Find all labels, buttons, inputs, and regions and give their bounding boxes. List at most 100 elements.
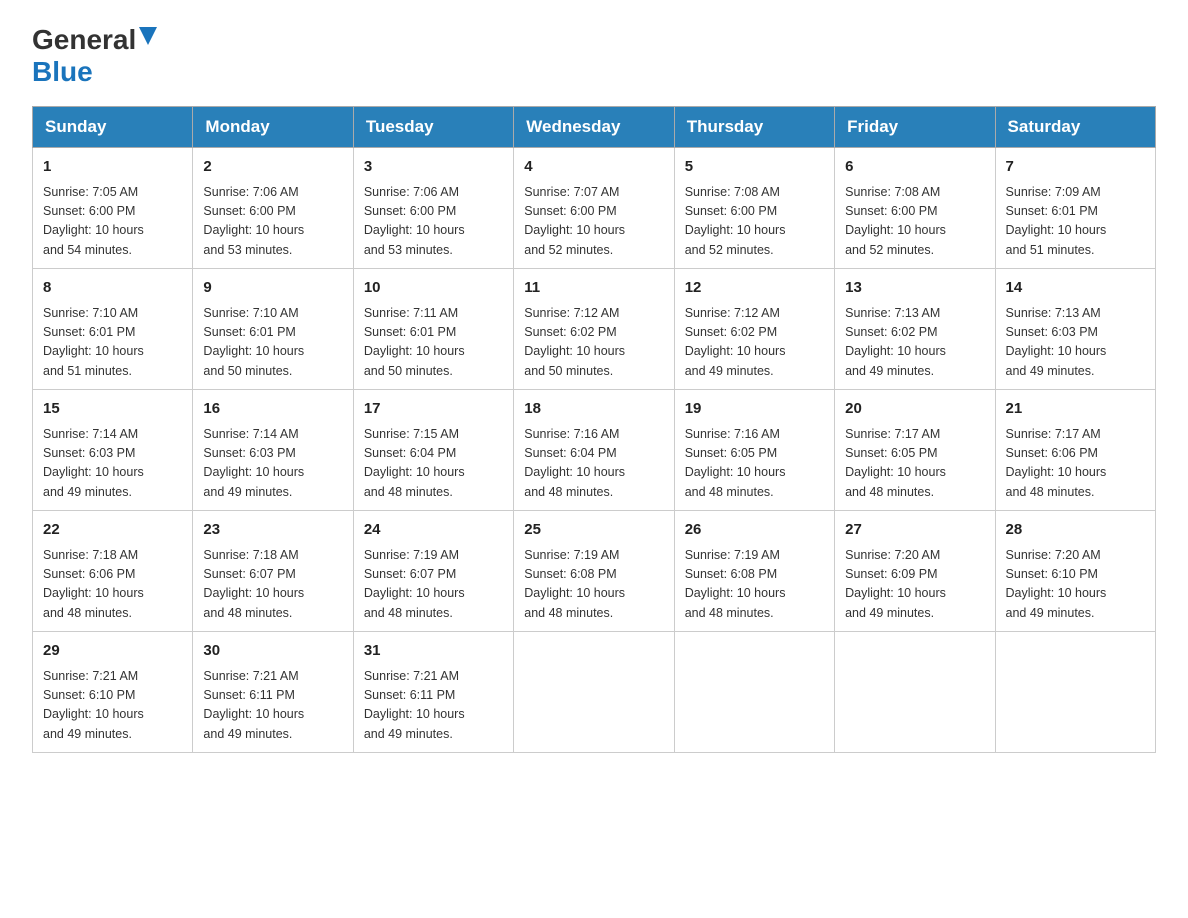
day-info: Sunrise: 7:21 AMSunset: 6:11 PMDaylight:… (203, 667, 342, 745)
day-info: Sunrise: 7:08 AMSunset: 6:00 PMDaylight:… (685, 183, 824, 261)
day-info: Sunrise: 7:18 AMSunset: 6:06 PMDaylight:… (43, 546, 182, 624)
calendar-week-row: 1Sunrise: 7:05 AMSunset: 6:00 PMDaylight… (33, 148, 1156, 269)
day-info: Sunrise: 7:17 AMSunset: 6:05 PMDaylight:… (845, 425, 984, 503)
calendar-cell: 6 Sunrise: 7:08 AMSunset: 6:00 PMDaylight… (835, 148, 995, 269)
calendar-cell: 12Sunrise: 7:12 AMSunset: 6:02 PMDayligh… (674, 269, 834, 390)
day-info: Sunrise: 7:21 AMSunset: 6:10 PMDaylight:… (43, 667, 182, 745)
header-row: SundayMondayTuesdayWednesdayThursdayFrid… (33, 107, 1156, 148)
calendar-cell: 19 Sunrise: 7:16 AMSunset: 6:05 PMDayligh… (674, 390, 834, 511)
day-info: Sunrise: 7:13 AMSunset: 6:03 PMDaylight:… (1006, 304, 1145, 382)
header-cell-wednesday: Wednesday (514, 107, 674, 148)
header-cell-sunday: Sunday (33, 107, 193, 148)
day-info: Sunrise: 7:19 AMSunset: 6:07 PMDaylight:… (364, 546, 503, 624)
day-number: 31 (364, 640, 503, 663)
calendar-week-row: 29 Sunrise: 7:21 AMSunset: 6:10 PMDayligh… (33, 632, 1156, 753)
calendar-cell: 18 Sunrise: 7:16 AMSunset: 6:04 PMDayligh… (514, 390, 674, 511)
day-number: 9 (203, 277, 342, 300)
day-info: Sunrise: 7:16 AMSunset: 6:05 PMDaylight:… (685, 425, 824, 503)
day-number: 16 (203, 398, 342, 421)
calendar-cell: 5 Sunrise: 7:08 AMSunset: 6:00 PMDaylight… (674, 148, 834, 269)
calendar-cell: 26 Sunrise: 7:19 AMSunset: 6:08 PMDayligh… (674, 511, 834, 632)
day-number: 4 (524, 156, 663, 179)
logo-general: General (32, 24, 136, 56)
day-number: 23 (203, 519, 342, 542)
calendar-week-row: 15 Sunrise: 7:14 AMSunset: 6:03 PMDayligh… (33, 390, 1156, 511)
day-info: Sunrise: 7:14 AMSunset: 6:03 PMDaylight:… (43, 425, 182, 503)
day-info: Sunrise: 7:13 AMSunset: 6:02 PMDaylight:… (845, 304, 984, 382)
calendar-cell: 1Sunrise: 7:05 AMSunset: 6:00 PMDaylight… (33, 148, 193, 269)
header-cell-saturday: Saturday (995, 107, 1155, 148)
calendar-cell: 13 Sunrise: 7:13 AMSunset: 6:02 PMDayligh… (835, 269, 995, 390)
calendar-cell: 14 Sunrise: 7:13 AMSunset: 6:03 PMDayligh… (995, 269, 1155, 390)
day-number: 24 (364, 519, 503, 542)
calendar-cell: 17Sunrise: 7:15 AMSunset: 6:04 PMDayligh… (353, 390, 513, 511)
day-info: Sunrise: 7:20 AMSunset: 6:10 PMDaylight:… (1006, 546, 1145, 624)
day-info: Sunrise: 7:21 AMSunset: 6:11 PMDaylight:… (364, 667, 503, 745)
day-info: Sunrise: 7:19 AMSunset: 6:08 PMDaylight:… (685, 546, 824, 624)
day-info: Sunrise: 7:07 AMSunset: 6:00 PMDaylight:… (524, 183, 663, 261)
calendar-cell: 25Sunrise: 7:19 AMSunset: 6:08 PMDayligh… (514, 511, 674, 632)
day-number: 3 (364, 156, 503, 179)
day-info: Sunrise: 7:16 AMSunset: 6:04 PMDaylight:… (524, 425, 663, 503)
day-number: 8 (43, 277, 182, 300)
day-info: Sunrise: 7:08 AMSunset: 6:00 PMDaylight:… (845, 183, 984, 261)
day-info: Sunrise: 7:17 AMSunset: 6:06 PMDaylight:… (1006, 425, 1145, 503)
calendar-cell: 27 Sunrise: 7:20 AMSunset: 6:09 PMDayligh… (835, 511, 995, 632)
calendar-cell: 9 Sunrise: 7:10 AMSunset: 6:01 PMDaylight… (193, 269, 353, 390)
calendar-cell: 21 Sunrise: 7:17 AMSunset: 6:06 PMDayligh… (995, 390, 1155, 511)
day-info: Sunrise: 7:06 AMSunset: 6:00 PMDaylight:… (364, 183, 503, 261)
calendar-cell: 24 Sunrise: 7:19 AMSunset: 6:07 PMDayligh… (353, 511, 513, 632)
calendar-cell (514, 632, 674, 753)
header-cell-tuesday: Tuesday (353, 107, 513, 148)
day-info: Sunrise: 7:11 AMSunset: 6:01 PMDaylight:… (364, 304, 503, 382)
calendar-cell: 30 Sunrise: 7:21 AMSunset: 6:11 PMDayligh… (193, 632, 353, 753)
day-info: Sunrise: 7:20 AMSunset: 6:09 PMDaylight:… (845, 546, 984, 624)
day-number: 18 (524, 398, 663, 421)
calendar-cell: 10Sunrise: 7:11 AMSunset: 6:01 PMDayligh… (353, 269, 513, 390)
calendar-cell: 29 Sunrise: 7:21 AMSunset: 6:10 PMDayligh… (33, 632, 193, 753)
day-number: 13 (845, 277, 984, 300)
header-cell-friday: Friday (835, 107, 995, 148)
day-number: 26 (685, 519, 824, 542)
day-number: 15 (43, 398, 182, 421)
calendar-cell: 4 Sunrise: 7:07 AMSunset: 6:00 PMDaylight… (514, 148, 674, 269)
day-number: 1 (43, 156, 182, 179)
calendar-cell: 7 Sunrise: 7:09 AMSunset: 6:01 PMDaylight… (995, 148, 1155, 269)
day-number: 7 (1006, 156, 1145, 179)
header-cell-thursday: Thursday (674, 107, 834, 148)
day-number: 20 (845, 398, 984, 421)
day-number: 2 (203, 156, 342, 179)
calendar-cell: 28Sunrise: 7:20 AMSunset: 6:10 PMDayligh… (995, 511, 1155, 632)
day-number: 22 (43, 519, 182, 542)
calendar-cell (835, 632, 995, 753)
day-number: 19 (685, 398, 824, 421)
header-cell-monday: Monday (193, 107, 353, 148)
day-info: Sunrise: 7:14 AMSunset: 6:03 PMDaylight:… (203, 425, 342, 503)
calendar-week-row: 8 Sunrise: 7:10 AMSunset: 6:01 PMDaylight… (33, 269, 1156, 390)
day-number: 29 (43, 640, 182, 663)
day-number: 6 (845, 156, 984, 179)
day-info: Sunrise: 7:15 AMSunset: 6:04 PMDaylight:… (364, 425, 503, 503)
calendar-cell: 31 Sunrise: 7:21 AMSunset: 6:11 PMDayligh… (353, 632, 513, 753)
page-header: General Blue (32, 24, 1156, 88)
logo-triangle-icon (139, 27, 157, 45)
day-number: 5 (685, 156, 824, 179)
calendar-header: SundayMondayTuesdayWednesdayThursdayFrid… (33, 107, 1156, 148)
day-number: 30 (203, 640, 342, 663)
day-info: Sunrise: 7:18 AMSunset: 6:07 PMDaylight:… (203, 546, 342, 624)
day-number: 14 (1006, 277, 1145, 300)
calendar-cell: 2Sunrise: 7:06 AMSunset: 6:00 PMDaylight… (193, 148, 353, 269)
day-info: Sunrise: 7:09 AMSunset: 6:01 PMDaylight:… (1006, 183, 1145, 261)
calendar-table: SundayMondayTuesdayWednesdayThursdayFrid… (32, 106, 1156, 753)
calendar-cell: 8 Sunrise: 7:10 AMSunset: 6:01 PMDaylight… (33, 269, 193, 390)
day-info: Sunrise: 7:10 AMSunset: 6:01 PMDaylight:… (203, 304, 342, 382)
day-number: 12 (685, 277, 824, 300)
logo: General Blue (32, 24, 157, 88)
calendar-cell: 11Sunrise: 7:12 AMSunset: 6:02 PMDayligh… (514, 269, 674, 390)
day-number: 21 (1006, 398, 1145, 421)
day-info: Sunrise: 7:10 AMSunset: 6:01 PMDaylight:… (43, 304, 182, 382)
calendar-cell: 22 Sunrise: 7:18 AMSunset: 6:06 PMDayligh… (33, 511, 193, 632)
calendar-cell (674, 632, 834, 753)
day-number: 27 (845, 519, 984, 542)
calendar-cell (995, 632, 1155, 753)
